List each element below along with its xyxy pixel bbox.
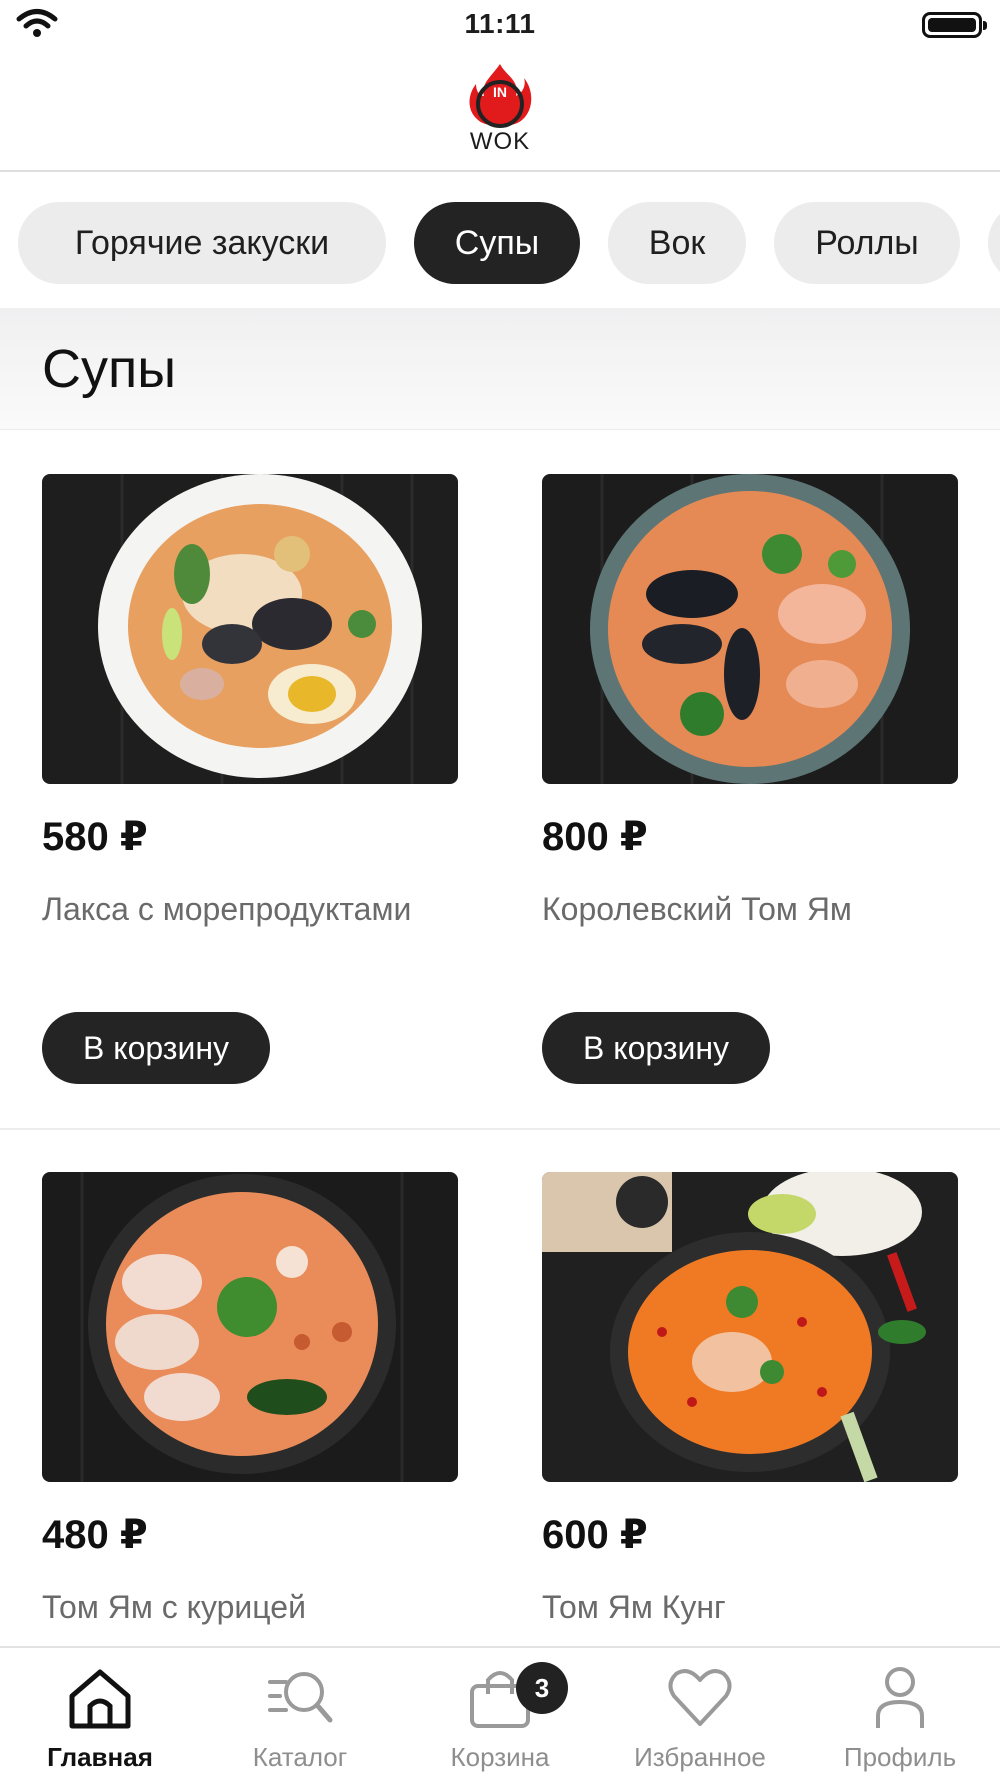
header-divider: [0, 170, 1000, 172]
product-price: 580 ₽: [42, 815, 148, 859]
tab-favorites[interactable]: Избранное: [600, 1648, 800, 1778]
add-to-cart-button[interactable]: В корзину: [542, 1012, 770, 1084]
battery-icon: [922, 12, 987, 38]
product-card[interactable]: 580 ₽ Лакса с морепродуктами В корзину: [42, 474, 458, 1084]
tab-catalog[interactable]: Каталог: [200, 1648, 400, 1778]
product-price: 480 ₽: [42, 1513, 148, 1557]
product-card[interactable]: 800 ₽ Королевский Том Ям В корзину: [542, 474, 958, 1084]
profile-icon: [876, 1667, 924, 1728]
tab-home[interactable]: Главная: [0, 1648, 200, 1778]
product-card[interactable]: 480 ₽ Том Ям с курицей: [42, 1172, 458, 1625]
logo-badge: IN: [493, 84, 507, 100]
cart-count-badge: 3: [516, 1662, 568, 1714]
product-image-tom-yum-chicken[interactable]: [42, 1172, 458, 1482]
chip-hot-snacks[interactable]: Горячие закуски: [18, 202, 386, 284]
home-icon: [69, 1669, 131, 1729]
chip-rolls[interactable]: Роллы: [774, 202, 960, 284]
product-price: 800 ₽: [542, 815, 648, 859]
product-image-laksa[interactable]: [42, 474, 458, 784]
category-chips: Горячие закуски Супы Вок Роллы: [0, 202, 1000, 286]
heart-icon: [668, 1669, 732, 1726]
tab-label: Каталог: [252, 1742, 348, 1772]
product-card[interactable]: 600 ₽ Том Ям Кунг: [542, 1172, 958, 1625]
section-header: Супы: [0, 308, 1000, 430]
tab-profile[interactable]: Профиль: [800, 1648, 1000, 1778]
status-time: 11:11: [464, 8, 536, 39]
product-name: Лакса с морепродуктами: [42, 891, 412, 927]
section-title: Супы: [42, 339, 177, 399]
product-price: 600 ₽: [542, 1513, 648, 1557]
tab-bar: Главная Каталог 3 Корзина Избранное Проф…: [0, 1646, 1000, 1778]
product-name: Том Ям Кунг: [542, 1589, 726, 1625]
product-name: Том Ям с курицей: [42, 1589, 306, 1625]
product-image-tom-yum-kung[interactable]: [542, 1172, 958, 1482]
catalog-search-icon: [268, 1672, 333, 1723]
logo-text: WOK: [469, 128, 531, 155]
tab-label: Корзина: [450, 1742, 550, 1772]
tab-label: Избранное: [634, 1742, 766, 1772]
chip-next[interactable]: [988, 202, 1000, 284]
tab-label: Главная: [47, 1742, 153, 1772]
chip-wok[interactable]: Вок: [608, 202, 746, 284]
product-image-royal-tom-yum[interactable]: [542, 474, 958, 784]
chip-soups[interactable]: Супы: [414, 202, 580, 284]
status-bar: 11:11: [0, 0, 1000, 52]
tab-cart[interactable]: 3 Корзина: [400, 1648, 600, 1778]
row-divider: [0, 1128, 1000, 1130]
add-to-cart-button[interactable]: В корзину: [42, 1012, 270, 1084]
product-name: Королевский Том Ям: [542, 891, 852, 927]
tab-label: Профиль: [843, 1742, 957, 1772]
